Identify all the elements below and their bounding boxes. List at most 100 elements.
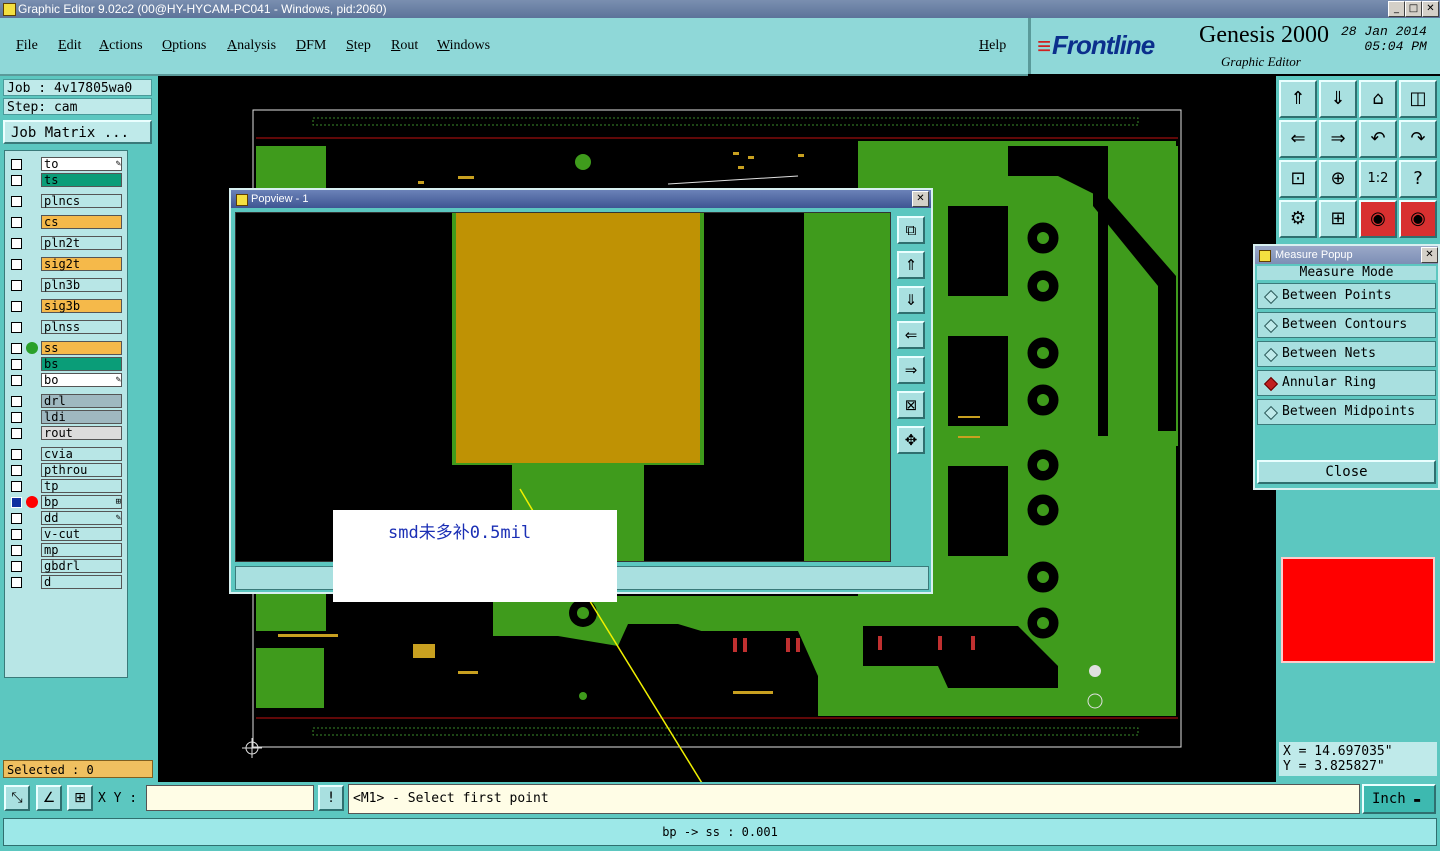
layer-name[interactable]: bs: [41, 357, 122, 371]
layer-name[interactable]: sig3b: [41, 299, 122, 313]
layer-checkbox[interactable]: [11, 280, 22, 291]
layer-checkbox[interactable]: [11, 175, 22, 186]
alert-icon[interactable]: !: [318, 785, 344, 811]
layer-checkbox[interactable]: [11, 322, 22, 333]
layer-row-bp[interactable]: bp ⊞: [5, 495, 127, 510]
layer-name[interactable]: v-cut: [41, 527, 122, 541]
zoom-in-icon[interactable]: ✥: [897, 426, 925, 454]
layer-name[interactable]: pthrou: [41, 463, 122, 477]
layer-name[interactable]: plnss: [41, 320, 122, 334]
net-display-icon[interactable]: ◉: [1399, 200, 1437, 238]
menu-step[interactable]: Step: [346, 38, 371, 54]
layer-name[interactable]: rout: [41, 426, 122, 440]
snap-icon[interactable]: ⤡: [4, 785, 30, 811]
layer-checkbox[interactable]: [11, 412, 22, 423]
menu-file[interactable]: File: [16, 38, 38, 54]
xy-input[interactable]: [146, 785, 314, 811]
layer-name[interactable]: dd: [41, 511, 122, 525]
layer-checkbox[interactable]: [11, 217, 22, 228]
layer-checkbox[interactable]: [11, 359, 22, 370]
layer-row-rout[interactable]: rout: [5, 426, 127, 441]
layer-row-bs[interactable]: bs: [5, 357, 127, 372]
menu-dfm[interactable]: DFM: [296, 38, 326, 54]
layer-checkbox[interactable]: [11, 513, 22, 524]
layer-name[interactable]: sig2t: [41, 257, 122, 271]
layer-row-bo[interactable]: bo ✎: [5, 373, 127, 388]
zoom-fit-icon[interactable]: ⊠: [897, 391, 925, 419]
back-icon[interactable]: ⇐: [1279, 120, 1317, 158]
layer-row-pln3b[interactable]: pln3b: [5, 278, 127, 293]
measure-option-annular-ring[interactable]: Annular Ring: [1257, 370, 1436, 396]
layer-row-cs[interactable]: cs: [5, 215, 127, 230]
layer-checkbox[interactable]: [11, 238, 22, 249]
help-icon[interactable]: ?: [1399, 160, 1437, 198]
unit-select[interactable]: Inch ▬: [1362, 784, 1436, 814]
zoom-fit-icon[interactable]: ⊡: [1279, 160, 1317, 198]
pan-left-icon[interactable]: ⇐: [897, 321, 925, 349]
layer-row-ldi[interactable]: ldi: [5, 410, 127, 425]
layer-row-pthrou[interactable]: pthrou: [5, 463, 127, 478]
layer-name[interactable]: pln2t: [41, 236, 122, 250]
window-icon[interactable]: ◫: [1399, 80, 1437, 118]
layer-name[interactable]: cs: [41, 215, 122, 229]
layer-row-mp[interactable]: mp: [5, 543, 127, 558]
layer-row-dd[interactable]: dd ✎: [5, 511, 127, 526]
undo-icon[interactable]: ↶: [1359, 120, 1397, 158]
layer-row-plncs[interactable]: plncs: [5, 194, 127, 209]
home-icon[interactable]: ⌂: [1359, 80, 1397, 118]
layer-row-drl[interactable]: drl: [5, 394, 127, 409]
layer-row-d[interactable]: d: [5, 575, 127, 590]
measure-option-between-contours[interactable]: Between Contours: [1257, 312, 1436, 338]
layer-checkbox[interactable]: [11, 481, 22, 492]
layer-row-to[interactable]: to ✎: [5, 157, 127, 172]
layer-row-cvia[interactable]: cvia: [5, 447, 127, 462]
zoom-home-icon[interactable]: ⧉: [897, 216, 925, 244]
measure-option-between-nets[interactable]: Between Nets: [1257, 341, 1436, 367]
measure-option-between-points[interactable]: Between Points: [1257, 283, 1436, 309]
layer-name[interactable]: plncs: [41, 194, 122, 208]
menu-actions[interactable]: Actions: [99, 38, 143, 54]
angle-icon[interactable]: ∠: [36, 785, 62, 811]
layer-name[interactable]: ts: [41, 173, 122, 187]
layer-checkbox[interactable]: [11, 396, 22, 407]
layer-row-plnss[interactable]: plnss: [5, 320, 127, 335]
measure-close-x-button[interactable]: ✕: [1421, 247, 1438, 263]
menu-help[interactable]: Help: [979, 38, 1006, 54]
layer-row-gbdrl[interactable]: gbdrl: [5, 559, 127, 574]
layer-checkbox[interactable]: [11, 449, 22, 460]
pan-down-icon[interactable]: ⇓: [897, 286, 925, 314]
zoom-center-icon[interactable]: ⊕: [1319, 160, 1357, 198]
layer-checkbox[interactable]: [11, 577, 22, 588]
minimize-button[interactable]: _: [1388, 1, 1405, 17]
layer-checkbox[interactable]: [11, 428, 22, 439]
measure-option-between-midpoints[interactable]: Between Midpoints: [1257, 399, 1436, 425]
layer-name[interactable]: bp: [41, 495, 122, 509]
layer-row-sig3b[interactable]: sig3b: [5, 299, 127, 314]
layer-checkbox[interactable]: [11, 465, 22, 476]
layer-checkbox[interactable]: [11, 375, 22, 386]
measure-close-button[interactable]: Close: [1257, 460, 1436, 484]
layer-name[interactable]: drl: [41, 394, 122, 408]
layer-row-ss[interactable]: ss: [5, 341, 127, 356]
layer-checkbox[interactable]: [11, 561, 22, 572]
popview-close-button[interactable]: ✕: [912, 191, 929, 207]
open-icon[interactable]: ⇑: [1279, 80, 1317, 118]
layer-name[interactable]: tp: [41, 479, 122, 493]
grid-icon[interactable]: ⊞: [67, 785, 93, 811]
layer-checkbox[interactable]: [11, 259, 22, 270]
menu-analysis[interactable]: Analysis: [227, 38, 276, 54]
layer-name[interactable]: ldi: [41, 410, 122, 424]
layer-name[interactable]: ss: [41, 341, 122, 355]
grid-icon[interactable]: ⊞: [1319, 200, 1357, 238]
close-window-button[interactable]: ✕: [1422, 1, 1439, 17]
layer-checkbox[interactable]: [11, 196, 22, 207]
menu-edit[interactable]: Edit: [58, 38, 81, 54]
scale-icon[interactable]: 1:2: [1359, 160, 1397, 198]
layer-checkbox[interactable]: [11, 159, 22, 170]
layer-checkbox[interactable]: [11, 529, 22, 540]
menu-rout[interactable]: Rout: [391, 38, 418, 54]
settings-icon[interactable]: ⚙: [1279, 200, 1317, 238]
maximize-button[interactable]: □: [1405, 1, 1422, 17]
pan-up-icon[interactable]: ⇑: [897, 251, 925, 279]
menu-windows[interactable]: Windows: [437, 38, 490, 54]
